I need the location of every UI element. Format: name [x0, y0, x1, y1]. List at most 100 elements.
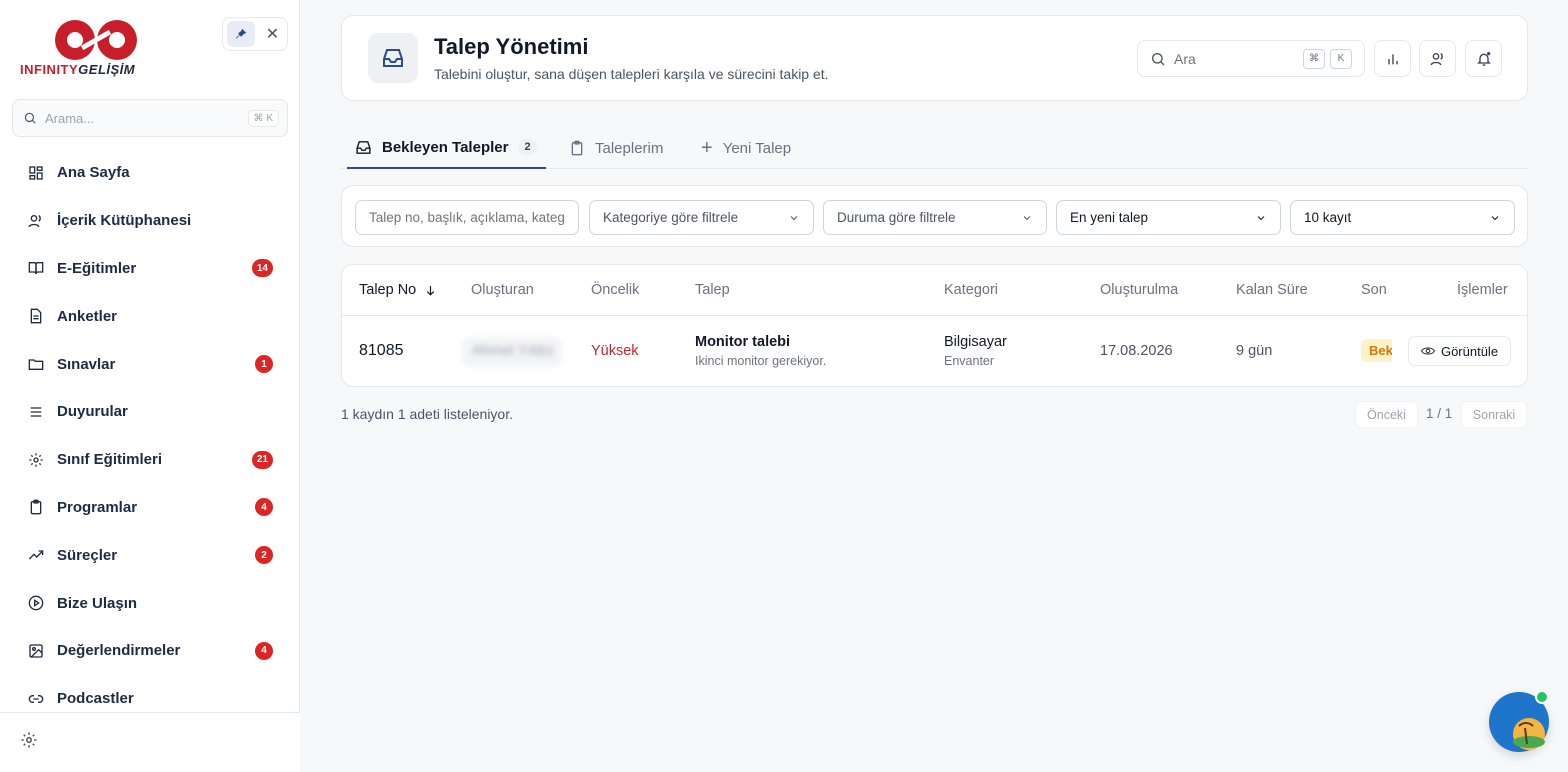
view-button[interactable]: Görüntüle	[1408, 336, 1511, 366]
sidebar-item-label: Podcastler	[57, 690, 134, 708]
close-sidebar-button[interactable]: ✕	[262, 23, 284, 45]
column-label: Talep No	[359, 282, 417, 298]
sidebar-item-e-egitimler[interactable]: E-Eğitimler 14	[0, 245, 300, 293]
sort-select[interactable]: En yeni talep	[1056, 200, 1281, 235]
header-search[interactable]: Ara ⌘ K	[1137, 40, 1365, 77]
next-page-button[interactable]: Sonraki	[1461, 401, 1527, 428]
priority-label: Yüksek	[591, 343, 639, 359]
trending-icon	[27, 546, 45, 564]
kbd-k: K	[1330, 48, 1352, 69]
column-header-islemler: İşlemler	[1457, 282, 1508, 298]
users-icon	[27, 212, 45, 230]
page-title: Talep Yönetimi	[434, 34, 589, 59]
tab-count-badge: 2	[518, 139, 537, 155]
sidebar-item-anketler[interactable]: Anketler	[0, 292, 300, 340]
inbox-icon	[368, 33, 418, 83]
count-badge: 2	[255, 546, 273, 565]
select-value: Duruma göre filtrele	[837, 210, 956, 225]
inbox-icon	[356, 140, 371, 154]
count-badge: 1	[255, 355, 273, 374]
sidebar-nav: Ana Sayfa İçerik Kütüphanesi E-Eğitimler…	[0, 149, 300, 723]
request-search-input[interactable]	[369, 210, 565, 225]
page-indicator: 1 / 1	[1426, 406, 1453, 421]
sidebar-item-surecler[interactable]: Süreçler 2	[0, 531, 300, 579]
settings-button[interactable]	[20, 731, 38, 754]
request-description: Ikinci monitor gerekiyor.	[695, 354, 827, 368]
logo-text: INFINITYGELİŞİM	[20, 62, 136, 77]
plus-icon: +	[701, 136, 713, 159]
book-icon	[27, 259, 45, 277]
sidebar-search[interactable]: Arama... ⌘ K	[12, 99, 288, 137]
chevron-down-icon	[1023, 215, 1031, 220]
requests-table: Talep No Oluşturan Öncelik Talep Kategor…	[341, 264, 1528, 387]
search-icon	[1152, 52, 1165, 65]
tab-taleplerim[interactable]: Taleplerim	[569, 127, 663, 169]
image-icon	[27, 642, 45, 660]
sidebar-item-label: İçerik Kütüphanesi	[57, 212, 192, 230]
column-header-talep[interactable]: Talep	[695, 282, 730, 298]
brand-logo[interactable]: INFINITYGELİŞİM	[20, 18, 150, 82]
team-button[interactable]	[1419, 40, 1456, 77]
column-header-olusturulma[interactable]: Oluşturulma	[1100, 282, 1178, 298]
eye-icon	[1420, 347, 1435, 355]
pin-button[interactable]	[226, 21, 255, 47]
sidebar-item-degerlendirmeler[interactable]: Değerlendirmeler 4	[0, 627, 300, 675]
select-value: 10 kayıt	[1304, 210, 1352, 225]
users-icon	[1430, 52, 1443, 65]
play-circle-icon	[27, 594, 45, 612]
pin-icon	[235, 28, 246, 39]
gear-icon	[27, 451, 45, 469]
sidebar-item-label: Ana Sayfa	[57, 164, 130, 182]
request-search-field[interactable]	[355, 200, 579, 235]
category-filter-select[interactable]: Kategoriye göre filtrele	[589, 200, 814, 235]
column-header-kalan-sure[interactable]: Kalan Süre	[1236, 282, 1308, 298]
sidebar-item-icerik-kutuphanesi[interactable]: İçerik Kütüphanesi	[0, 197, 300, 245]
column-header-kategori[interactable]: Kategori	[944, 282, 998, 298]
column-header-olusturan[interactable]: Oluşturan	[471, 282, 534, 298]
sidebar-search-placeholder: Arama...	[45, 110, 95, 126]
sidebar-item-sinif-egitimleri[interactable]: Sınıf Eğitimleri 21	[0, 436, 300, 484]
sidebar-item-bize-ulasin[interactable]: Bize Ulaşın	[0, 579, 300, 627]
gear-icon	[21, 732, 37, 748]
sidebar-item-label: Anketler	[57, 307, 118, 325]
link-icon	[27, 690, 45, 708]
tab-bar: Bekleyen Talepler 2 Taleplerim + Yeni Ta…	[341, 127, 1528, 169]
creator-avatar-blurred: Ahmet Yıldız	[462, 337, 562, 367]
clipboard-icon	[571, 140, 583, 156]
created-date: 17.08.2026	[1100, 343, 1173, 359]
sidebar-item-label: Değerlendirmeler	[57, 642, 181, 660]
kbd-command: ⌘	[1303, 48, 1325, 69]
sidebar-item-ana-sayfa[interactable]: Ana Sayfa	[0, 149, 300, 197]
sidebar-item-label: Sınavlar	[57, 355, 116, 373]
sidebar-item-sinavlar[interactable]: Sınavlar 1	[0, 340, 300, 388]
status-filter-select[interactable]: Duruma göre filtrele	[823, 200, 1047, 235]
tab-label: Bekleyen Talepler	[382, 138, 509, 156]
actions-column: İşlemler Görüntüle	[1392, 265, 1527, 386]
sidebar-item-label: Bize Ulaşın	[57, 594, 138, 612]
count-badge: 14	[251, 259, 273, 278]
folder-icon	[27, 355, 45, 373]
tab-label: Taleplerim	[595, 139, 664, 157]
select-value: En yeni talep	[1070, 210, 1149, 225]
sidebar-item-duyurular[interactable]: Duyurular	[0, 388, 300, 436]
prev-page-button[interactable]: Önceki	[1355, 401, 1418, 428]
search-icon	[24, 112, 36, 124]
page-size-select[interactable]: 10 kayıt	[1290, 200, 1515, 235]
notifications-button[interactable]	[1465, 40, 1502, 77]
count-badge: 4	[255, 641, 273, 660]
bell-icon	[1476, 51, 1491, 66]
count-badge: 21	[251, 450, 273, 469]
sidebar-item-programlar[interactable]: Programlar 4	[0, 484, 300, 532]
tab-yeni-talep[interactable]: + Yeni Talep	[701, 127, 791, 169]
search-shortcut-hint: ⌘ K	[247, 109, 279, 127]
tab-label: Yeni Talep	[722, 139, 792, 157]
tab-bekleyen-talepler[interactable]: Bekleyen Talepler 2	[347, 127, 546, 169]
page-subtitle: Talebini oluştur, sana düşen talepleri k…	[434, 66, 829, 82]
close-icon: ✕	[265, 26, 280, 43]
column-header-oncelik[interactable]: Öncelik	[591, 282, 639, 298]
header-search-placeholder: Ara	[1174, 50, 1196, 67]
column-header-talep-no[interactable]: Talep No	[359, 282, 437, 298]
menu-icon	[27, 403, 45, 421]
view-button-label: Görüntüle	[1440, 343, 1499, 359]
stats-button[interactable]	[1374, 40, 1411, 77]
